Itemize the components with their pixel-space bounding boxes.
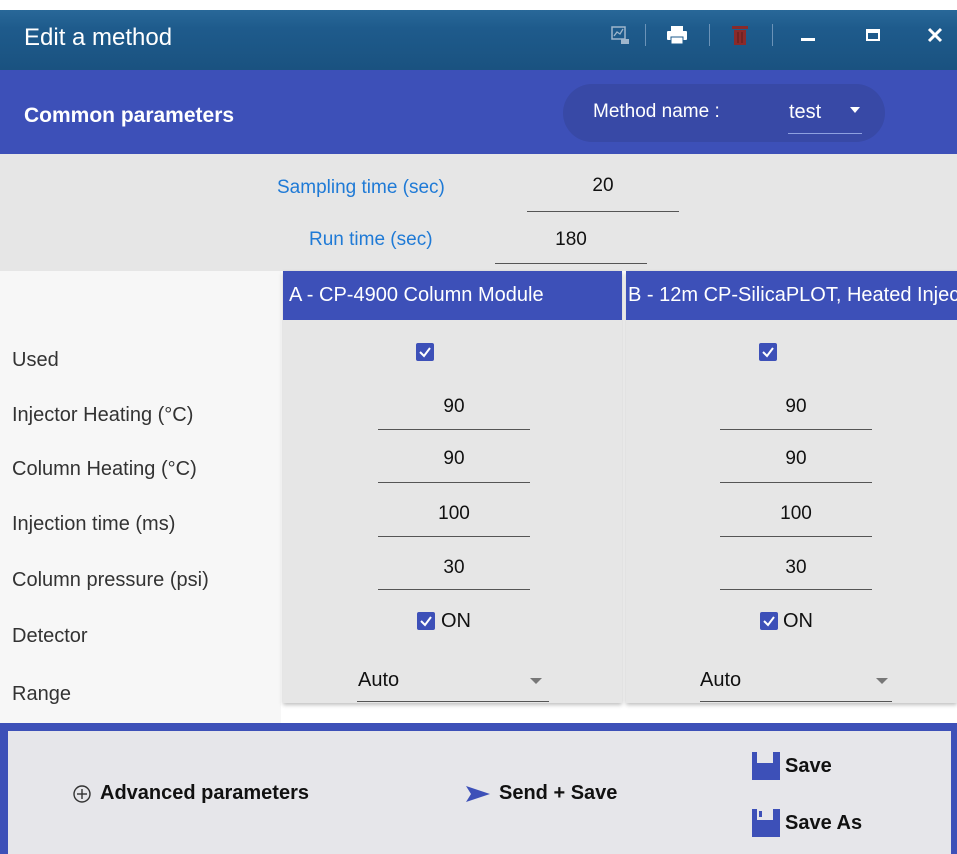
module-b-detector-on-label: ON [783,610,813,632]
column-heating-label: Column Heating (°C) [12,458,197,480]
minimize-icon[interactable] [795,22,821,48]
save-as-button[interactable]: Save As [751,808,862,838]
module-a-injection-time-input[interactable]: 100 [378,503,530,525]
module-b-range-select[interactable]: Auto [700,669,741,692]
plus-circle-icon [72,784,92,804]
print-icon[interactable] [664,22,690,48]
run-time-label: Run time (sec) [309,229,433,250]
chevron-down-icon[interactable] [530,678,542,684]
range-label: Range [12,683,71,705]
advanced-parameters-label: Advanced parameters [100,782,309,804]
module-b-column-pressure-input[interactable]: 30 [720,557,872,579]
send-save-label: Send + Save [499,782,618,804]
injector-heating-label: Injector Heating (°C) [12,404,194,426]
save-as-icon [751,808,781,838]
floppy-disk-icon [751,751,781,781]
module-a-range-select[interactable]: Auto [358,669,399,692]
save-button[interactable]: Save [751,751,832,781]
module-a-injector-heating-input[interactable]: 90 [378,396,530,418]
module-b-column-heating-input[interactable]: 90 [720,448,872,470]
module-a-header: A - CP-4900 Column Module [283,271,622,320]
module-b-detector-checkbox[interactable] [760,612,778,630]
module-a-panel: A - CP-4900 Column Module 90 90 100 30 O… [283,271,622,703]
window-title: Edit a method [24,24,173,51]
sampling-time-label: Sampling time (sec) [277,177,445,198]
module-a-used-checkbox[interactable] [416,343,434,361]
save-label: Save [785,754,832,777]
injection-time-label: Injection time (ms) [12,513,176,535]
chevron-down-icon[interactable] [876,678,888,684]
parameter-labels-column [0,271,281,723]
run-time-input[interactable]: 180 [495,229,647,251]
maximize-icon[interactable] [860,22,886,48]
module-b-used-checkbox[interactable] [759,343,777,361]
detector-label: Detector [12,625,88,647]
save-as-label: Save As [785,811,863,834]
advanced-parameters-button[interactable]: Advanced parameters [72,782,309,805]
section-title: Common parameters [24,104,235,127]
chevron-down-icon[interactable] [850,107,860,113]
module-b-injection-time-input[interactable]: 100 [720,503,872,525]
used-label: Used [12,349,59,371]
delete-icon[interactable] [727,22,753,48]
edit-method-window: Edit a method Common parameters Method n… [0,0,957,854]
method-name-label: Method name : [593,101,720,122]
send-save-button[interactable]: Send + Save [465,782,617,805]
method-name-value[interactable]: test [789,101,821,124]
module-a-column-heating-input[interactable]: 90 [378,448,530,470]
common-parameters-panel [0,154,957,271]
close-icon[interactable] [922,22,948,48]
module-b-header: B - 12m CP-SilicaPLOT, Heated Injector [626,271,957,320]
column-pressure-label: Column pressure (psi) [12,569,209,591]
sampling-time-input[interactable]: 20 [527,175,679,197]
send-icon [465,784,491,804]
module-a-column-pressure-input[interactable]: 30 [378,557,530,579]
module-b-panel: B - 12m CP-SilicaPLOT, Heated Injector 9… [626,271,957,703]
export-chart-icon[interactable] [607,22,633,48]
module-a-detector-checkbox[interactable] [417,612,435,630]
module-b-injector-heating-input[interactable]: 90 [720,396,872,418]
module-a-detector-on-label: ON [441,610,471,632]
